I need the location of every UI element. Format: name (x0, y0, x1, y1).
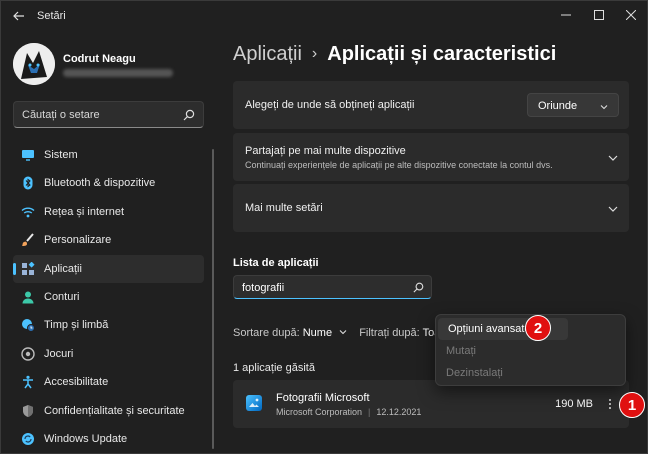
sort-filter-bar: Sortare după: Nume Filtrați după: Toate (233, 327, 450, 340)
sidebar-item-apps[interactable]: Aplicații (13, 254, 204, 283)
apps-icon (21, 261, 35, 276)
share-subtitle: Continuați experiențele de aplicații pe … (245, 160, 553, 170)
back-arrow-icon[interactable] (11, 8, 27, 24)
profile-email-redacted (63, 69, 173, 77)
list-item[interactable]: Fotografii Microsoft Microsoft Corporati… (233, 380, 629, 428)
sidebar-item-label: Windows Update (44, 432, 128, 445)
sidebar-item-bluetooth[interactable]: Bluetooth & dispozitive (13, 169, 204, 197)
share-title: Partajați pe mai multe dispozitive (245, 145, 406, 157)
sidebar-item-label: Bluetooth & dispozitive (44, 177, 156, 190)
globe-clock-icon (21, 318, 35, 333)
chevron-down-icon (599, 101, 609, 115)
app-name: Fotografii Microsoft (276, 392, 370, 404)
sort-label: Sortare după: (233, 327, 300, 340)
sidebar-item-label: Sistem (44, 149, 78, 161)
app-size: 190 MB (555, 398, 593, 410)
share-across-devices-card[interactable]: Partajați pe mai multe dispozitive Conti… (233, 133, 629, 181)
app-date: 12.12.2021 (376, 407, 422, 417)
update-icon (21, 432, 35, 446)
maximize-button[interactable] (583, 1, 615, 29)
sidebar-item-label: Conturi (44, 290, 80, 303)
sidebar-item-label: Accesibilitate (44, 376, 109, 389)
breadcrumb-parent[interactable]: Aplicații (233, 43, 302, 65)
app-list-heading: Lista de aplicații (233, 257, 319, 269)
app-source-card: Alegeți de unde să obțineți aplicații Or… (233, 81, 629, 129)
filter-label: Filtrați după: (359, 327, 420, 340)
page-title: Aplicații și caracteristici (327, 43, 557, 65)
minimize-button[interactable] (550, 1, 582, 29)
menu-item-uninstall[interactable]: Dezinstalați (436, 362, 625, 384)
annotation-marker-2: 2 (525, 315, 551, 341)
chevron-down-icon[interactable] (607, 203, 619, 215)
title-bar: Setări (1, 1, 647, 31)
app-publisher: Microsoft Corporation (276, 407, 363, 417)
avatar (13, 43, 55, 85)
search-placeholder: Căutați o setare (22, 109, 100, 121)
more-settings-title: Mai multe setări (245, 202, 323, 214)
accessibility-icon (21, 375, 35, 389)
sidebar-item-accounts[interactable]: Conturi (13, 283, 204, 311)
sidebar-scrollbar[interactable] (212, 149, 214, 449)
sidebar-item-gaming[interactable]: Jocuri (13, 340, 204, 368)
sidebar-item-time-language[interactable]: Timp și limbă (13, 311, 204, 339)
chevron-down-icon[interactable] (607, 152, 619, 164)
search-icon (412, 281, 425, 294)
meta-divider: | (368, 407, 371, 417)
app-search-input[interactable]: fotografii (233, 275, 432, 299)
app-search-value: fotografii (242, 282, 285, 294)
photos-app-icon (246, 395, 262, 411)
brush-icon (21, 233, 35, 247)
app-meta: Microsoft Corporation | 12.12.2021 (276, 407, 421, 417)
bluetooth-icon (21, 176, 35, 190)
sidebar-item-accessibility[interactable]: Accesibilitate (13, 368, 204, 396)
more-settings-card[interactable]: Mai multe setări (233, 184, 629, 232)
profile-name: Codrut Neagu (63, 53, 136, 65)
more-options-icon[interactable] (603, 394, 617, 414)
gamepad-icon (21, 347, 35, 361)
close-button[interactable] (615, 1, 647, 29)
search-icon (182, 108, 196, 122)
breadcrumb: Aplicații › Aplicații și caracteristici (233, 43, 556, 66)
sort-control[interactable]: Sortare după: Nume (233, 327, 351, 339)
shield-icon (21, 404, 35, 418)
app-source-title: Alegeți de unde să obțineți aplicații (245, 99, 415, 111)
person-icon (21, 290, 35, 304)
annotation-marker-1: 1 (619, 392, 645, 418)
apps-found-count: 1 aplicație găsită (233, 362, 315, 374)
sidebar-nav: Sistem Bluetooth & dispozitive Rețea și … (13, 141, 204, 453)
sidebar-item-label: Timp și limbă (44, 319, 109, 332)
sidebar-item-label: Confidențialitate și securitate (44, 404, 185, 417)
sidebar-item-sistem[interactable]: Sistem (13, 141, 204, 169)
sidebar-item-label: Jocuri (44, 347, 74, 360)
dropdown-value: Oriunde (538, 100, 578, 112)
sidebar-item-network[interactable]: Rețea și internet (13, 198, 204, 226)
sidebar-item-label: Personalizare (44, 234, 112, 247)
monitor-icon (21, 148, 35, 162)
menu-item-move[interactable]: Mutați (436, 340, 625, 362)
wifi-icon (21, 205, 35, 219)
app-source-dropdown[interactable]: Oriunde (527, 93, 619, 117)
window-title: Setări (37, 10, 66, 22)
sort-value: Nume (302, 327, 333, 340)
settings-search-input[interactable]: Căutați o setare (13, 101, 204, 128)
sidebar-item-windows-update[interactable]: Windows Update (13, 425, 204, 453)
breadcrumb-separator: › (311, 45, 318, 62)
sidebar-item-personalization[interactable]: Personalizare (13, 226, 204, 254)
settings-window: Setări Codrut Neagu Căutați o setare Sis… (0, 0, 648, 454)
sidebar-item-privacy-security[interactable]: Confidențialitate și securitate (13, 397, 204, 425)
sidebar-item-label: Rețea și internet (44, 205, 125, 218)
sidebar-item-label: Aplicații (44, 262, 82, 275)
chevron-down-icon (338, 327, 348, 340)
